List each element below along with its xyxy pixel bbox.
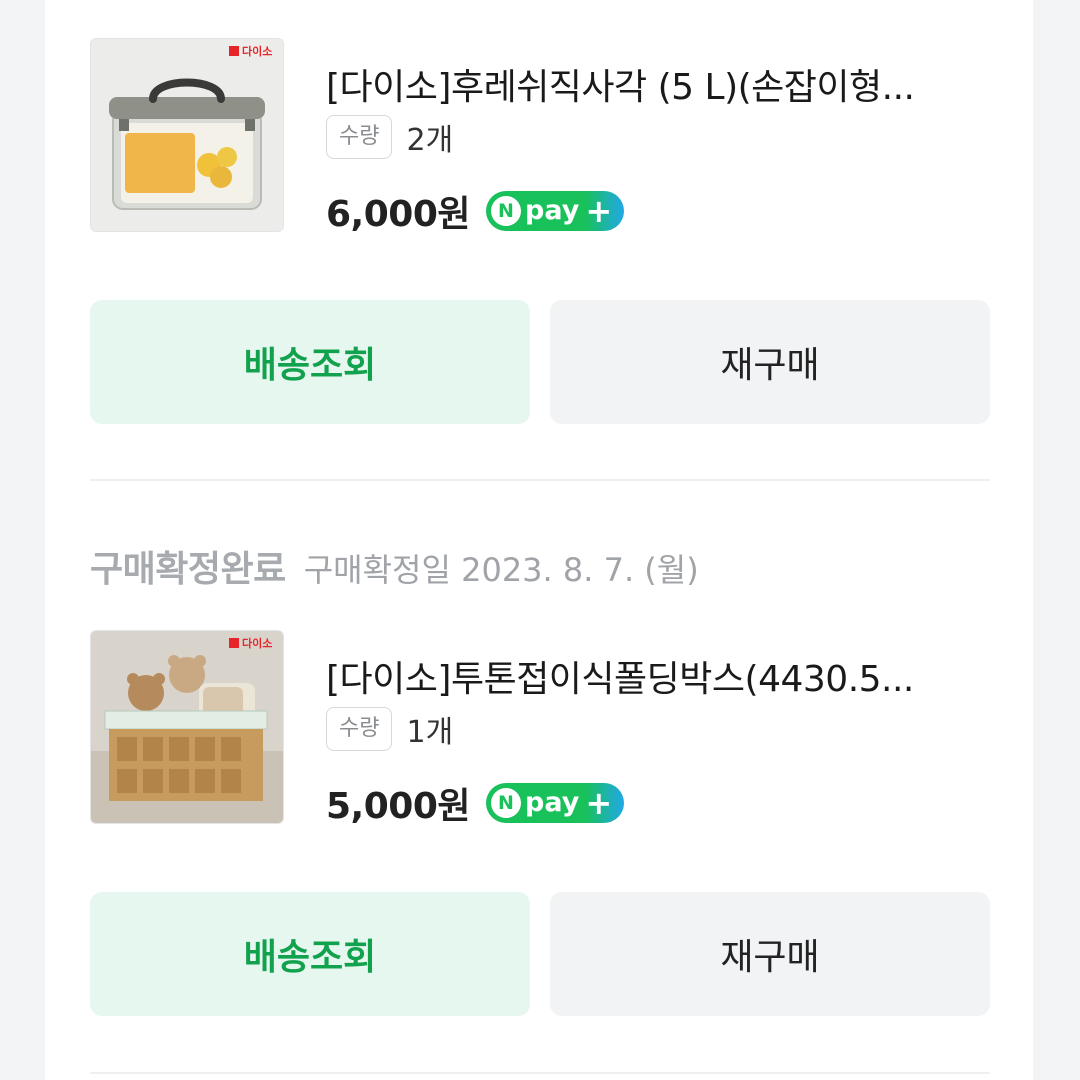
npay-text: pay [525, 195, 580, 226]
price-row: 5,000원 N pay + [326, 778, 624, 828]
order-item: 다이소 [다이소]후레쉬직사각 (5 L)(손잡이형... 수량 2개 6,00… [90, 38, 990, 428]
quantity-row: 수량 2개 [326, 114, 453, 160]
product-thumbnail[interactable]: 다이소 [90, 38, 284, 232]
product-title[interactable]: [다이소]후레쉬직사각 (5 L)(손잡이형... [326, 58, 990, 110]
quantity-label: 수량 [326, 115, 393, 159]
npay-n-icon: N [491, 788, 521, 818]
plus-icon: + [585, 784, 613, 822]
brand-logo: 다이소 [242, 636, 272, 650]
quantity-value: 2개 [406, 123, 454, 158]
rebuy-button[interactable]: 재구매 [550, 300, 990, 424]
order-status-row: 구매확정완료 구매확정일 2023. 8. 7. (월) [90, 540, 699, 600]
npay-plus-badge: N pay + [486, 191, 624, 231]
quantity-value: 1개 [406, 715, 454, 750]
npay-plus-badge: N pay + [486, 783, 624, 823]
npay-text: pay [525, 787, 580, 818]
quantity-row: 수량 1개 [326, 706, 453, 752]
price: 6,000원 [326, 194, 471, 235]
purchase-confirm-date: 구매확정일 2023. 8. 7. (월) [303, 551, 699, 589]
quantity-label: 수량 [326, 707, 393, 751]
track-delivery-button[interactable]: 배송조회 [90, 892, 530, 1016]
product-thumbnail[interactable]: 다이소 [90, 630, 284, 824]
order-item: 다이소 [다이소]투톤접이식폴딩박스(4430.5... 수량 1개 5,000… [90, 630, 990, 1020]
price: 5,000원 [326, 786, 471, 827]
divider [90, 479, 990, 481]
rebuy-button[interactable]: 재구매 [550, 892, 990, 1016]
price-row: 6,000원 N pay + [326, 186, 624, 236]
track-delivery-button[interactable]: 배송조회 [90, 300, 530, 424]
plus-icon: + [585, 192, 613, 230]
divider [90, 1072, 990, 1074]
order-status: 구매확정완료 [90, 549, 286, 590]
npay-n-icon: N [491, 196, 521, 226]
product-title[interactable]: [다이소]투톤접이식폴딩박스(4430.5... [326, 650, 990, 702]
brand-logo: 다이소 [242, 44, 272, 58]
